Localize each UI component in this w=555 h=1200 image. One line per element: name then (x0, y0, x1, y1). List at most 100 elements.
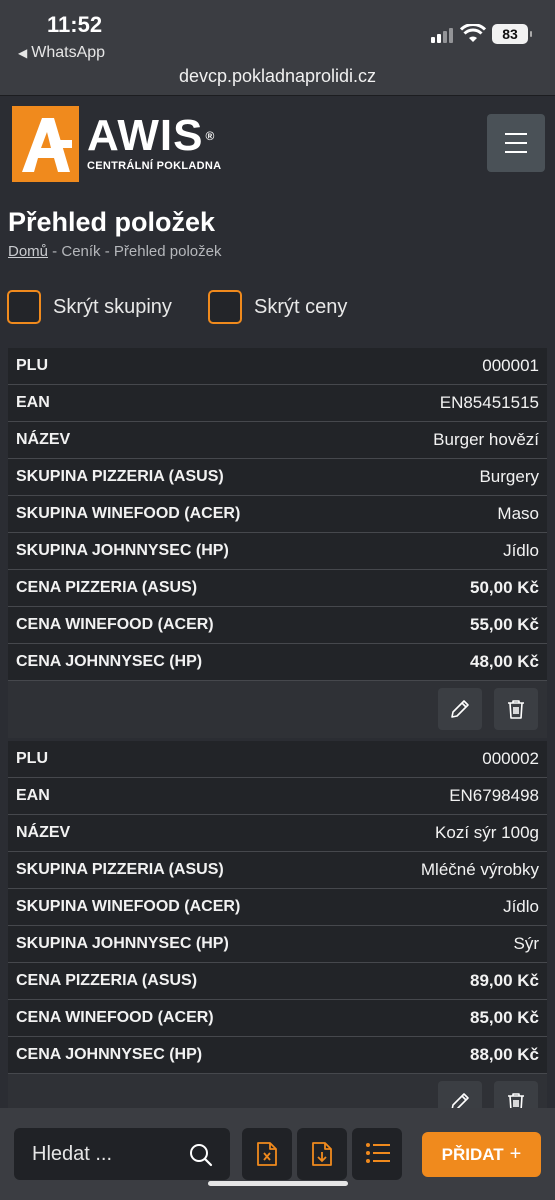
field-value: Mléčné výrobky (420, 860, 539, 879)
field-label: SKUPINA WINEFOOD (ACER) (16, 898, 241, 915)
price-value: 55,00 Kč (470, 615, 539, 634)
trash-icon (508, 700, 524, 719)
item-row-plu: PLU 000002 (8, 741, 547, 778)
cellular-signal-icon (431, 27, 455, 43)
breadcrumb-home-link[interactable]: Domů (8, 243, 48, 260)
brand-logo[interactable]: AWIS ® CENTRÁLNÍ POKLADNA (12, 106, 221, 182)
field-value: Jídlo (503, 541, 539, 560)
item-row-name: NÁZEV Burger hovězí (8, 422, 547, 459)
item-actions (8, 681, 547, 738)
home-indicator[interactable] (208, 1181, 348, 1186)
back-app-label: WhatsApp (31, 44, 106, 61)
wifi-icon (460, 24, 486, 42)
field-label: SKUPINA JOHNNYSEC (HP) (16, 542, 229, 559)
hide-prices-label: Skrýt ceny (254, 295, 348, 318)
item-row-ean: EAN EN6798498 (8, 778, 547, 815)
field-label: EAN (16, 787, 50, 804)
field-value: Kozí sýr 100g (435, 823, 539, 842)
pencil-icon (451, 700, 469, 718)
field-label: SKUPINA PIZZERIA (ASUS) (16, 861, 224, 878)
search-icon[interactable] (188, 1142, 214, 1168)
item-row-price-johnnysec: CENA JOHNNYSEC (HP) 88,00 Kč (8, 1037, 547, 1074)
breadcrumb-current: Přehled položek (113, 243, 222, 260)
field-label: CENA JOHNNYSEC (HP) (16, 653, 203, 670)
field-label: SKUPINA PIZZERIA (ASUS) (16, 468, 224, 485)
delete-button[interactable] (494, 688, 538, 730)
item-row-plu: PLU 000001 (8, 348, 547, 385)
battery-indicator: 83 (492, 24, 532, 44)
field-label: CENA JOHNNYSEC (HP) (16, 1046, 203, 1063)
logo-a-mark-icon (12, 106, 79, 182)
back-triangle-icon: ◀ (18, 46, 28, 60)
hamburger-menu-button[interactable] (487, 114, 545, 172)
field-label: SKUPINA WINEFOOD (ACER) (16, 505, 241, 522)
hamburger-line-icon (505, 142, 527, 144)
price-value: 85,00 Kč (470, 1008, 539, 1027)
hide-groups-label: Skrýt skupiny (53, 295, 172, 318)
item-card: PLU 000002 EAN EN6798498 NÁZEV Kozí sýr 100… (8, 741, 547, 1131)
hide-prices-checkbox[interactable]: Skrýt ceny (208, 290, 347, 324)
field-value: EN6798498 (449, 786, 539, 805)
list-icon (366, 1143, 390, 1163)
list-view-button[interactable] (352, 1128, 402, 1180)
app-header: AWIS ® CENTRÁLNÍ POKLADNA (0, 96, 555, 196)
item-row-price-winefood: CENA WINEFOOD (ACER) 55,00 Kč (8, 607, 547, 644)
import-file-button[interactable] (297, 1128, 347, 1180)
checkbox-box[interactable] (208, 290, 242, 324)
edit-button[interactable] (438, 688, 482, 730)
status-bar: 11:52 ◀ WhatsApp 83 devcp.pokladnaprolidi… (0, 0, 555, 96)
field-value: 000002 (482, 749, 539, 768)
item-row-name: NÁZEV Kozí sýr 100g (8, 815, 547, 852)
back-to-app-link[interactable]: ◀ WhatsApp (18, 44, 105, 62)
item-row-ean: EAN EN85451515 (8, 385, 547, 422)
field-value: Sýr (513, 934, 540, 953)
export-excel-button[interactable] (242, 1128, 292, 1180)
item-row-group-johnnysec: SKUPINA JOHNNYSEC (HP) Jídlo (8, 533, 547, 570)
address-bar-url[interactable]: devcp.pokladnaprolidi.cz (0, 66, 555, 87)
field-value: 000001 (482, 356, 539, 375)
checkbox-box[interactable] (7, 290, 41, 324)
item-row-group-winefood: SKUPINA WINEFOOD (ACER) Maso (8, 496, 547, 533)
field-label: PLU (16, 357, 48, 374)
price-value: 88,00 Kč (470, 1045, 539, 1064)
field-label: CENA WINEFOOD (ACER) (16, 616, 214, 633)
search-box (14, 1128, 230, 1180)
item-row-price-winefood: CENA WINEFOOD (ACER) 85,00 Kč (8, 1000, 547, 1037)
item-card: PLU 000001 EAN EN85451515 NÁZEV Burger hově… (8, 348, 547, 738)
price-value: 50,00 Kč (470, 578, 539, 597)
breadcrumb-separator: - (48, 243, 62, 260)
field-label: CENA WINEFOOD (ACER) (16, 1009, 214, 1026)
add-label: PŘIDAT (441, 1144, 504, 1164)
item-row-price-pizzeria: CENA PIZZERIA (ASUS) 50,00 Kč (8, 570, 547, 607)
hamburger-line-icon (505, 133, 527, 135)
field-value: Burgery (479, 467, 539, 486)
field-value: Maso (497, 504, 539, 523)
search-input[interactable] (14, 1128, 184, 1180)
hide-groups-checkbox[interactable]: Skrýt skupiny (7, 290, 172, 324)
breadcrumb-pricelist[interactable]: Ceník (61, 243, 100, 260)
item-row-group-johnnysec: SKUPINA JOHNNYSEC (HP) Sýr (8, 926, 547, 963)
plus-icon: + (509, 1143, 522, 1165)
field-label: NÁZEV (16, 431, 71, 448)
brand-subtitle: CENTRÁLNÍ POKLADNA (87, 160, 222, 172)
breadcrumb: Domů - Ceník - Přehled položek (8, 243, 221, 260)
import-file-icon (312, 1142, 332, 1166)
field-value: EN85451515 (439, 393, 539, 412)
item-row-price-johnnysec: CENA JOHNNYSEC (HP) 48,00 Kč (8, 644, 547, 681)
price-value: 48,00 Kč (470, 652, 539, 671)
price-value: 89,00 Kč (470, 971, 539, 990)
registered-mark: ® (205, 129, 216, 143)
item-row-group-pizzeria: SKUPINA PIZZERIA (ASUS) Burgery (8, 459, 547, 496)
add-item-button[interactable]: PŘIDAT + (422, 1132, 541, 1177)
breadcrumb-separator: - (100, 243, 114, 260)
field-label: CENA PIZZERIA (ASUS) (16, 972, 198, 989)
clock: 11:52 (47, 12, 103, 37)
field-label: PLU (16, 750, 48, 767)
brand-name: AWIS (87, 111, 204, 160)
item-row-price-pizzeria: CENA PIZZERIA (ASUS) 89,00 Kč (8, 963, 547, 1000)
item-row-group-winefood: SKUPINA WINEFOOD (ACER) Jídlo (8, 889, 547, 926)
field-label: EAN (16, 394, 50, 411)
item-row-group-pizzeria: SKUPINA PIZZERIA (ASUS) Mléčné výrobky (8, 852, 547, 889)
field-value: Jídlo (503, 897, 539, 916)
field-label: SKUPINA JOHNNYSEC (HP) (16, 935, 229, 952)
